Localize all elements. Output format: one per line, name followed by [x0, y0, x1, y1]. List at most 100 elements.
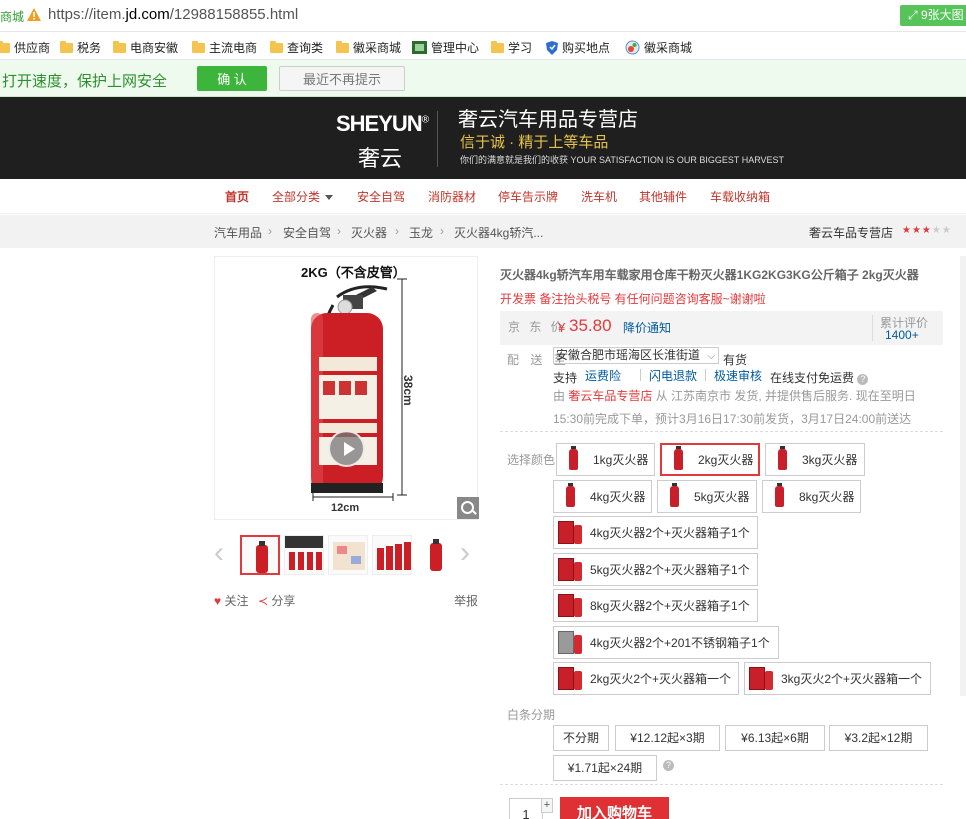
option-5kg[interactable]: 5kg灭火器 — [657, 480, 757, 513]
option-8kg[interactable]: 8kg灭火器 — [762, 480, 861, 513]
main-product-image[interactable]: 2KG（不含皮管） 38cm 12cm — [214, 256, 479, 520]
stock-status: 有货 — [723, 353, 748, 367]
option-4kg[interactable]: 4kg灭火器 — [553, 480, 652, 513]
thumbnail-1[interactable] — [240, 535, 280, 575]
quantity-input[interactable]: 1 — [509, 798, 543, 819]
service-fast-review[interactable]: 极速审核 — [714, 367, 762, 384]
confirm-button[interactable]: 确 认 — [197, 66, 267, 91]
thumbnail-4[interactable] — [372, 535, 412, 575]
box-thumb — [556, 518, 586, 547]
bookmark-item[interactable]: 查询类 — [270, 39, 323, 56]
bookmark-item[interactable]: 学习 — [491, 39, 532, 56]
breadcrumb-item[interactable]: 安全自驾 — [283, 224, 331, 241]
bookmark-item[interactable]: 徽采商城 — [336, 39, 401, 56]
width-label: 12cm — [331, 502, 360, 514]
report-link[interactable]: 举报 — [454, 592, 478, 609]
installment-none[interactable]: 不分期 — [553, 725, 609, 751]
option-8kg-box[interactable]: 8kg灭火器2个+灭火器箱子1个 — [553, 589, 758, 622]
folder-icon — [113, 40, 126, 53]
nav-safety[interactable]: 安全自驾 — [357, 188, 405, 205]
from-shop-link[interactable]: 奢云车品专营店 — [568, 389, 652, 403]
box-thumb — [556, 591, 586, 620]
breadcrumb-separator: › — [337, 224, 341, 238]
choose-color-label: 选择颜色 — [507, 453, 556, 467]
service-fast-refund[interactable]: 闪电退款 — [649, 367, 697, 384]
bookmark-item[interactable]: 主流电商 — [192, 39, 257, 56]
bookmark-item[interactable]: 购买地点 — [546, 39, 610, 56]
quantity-plus-button[interactable]: + — [541, 798, 553, 813]
option-4kg-box[interactable]: 4kg灭火器2个+灭火器箱子1个 — [553, 516, 758, 549]
option-2kg-pair-box[interactable]: 2kg灭火2个+灭火器箱一个 — [553, 662, 739, 695]
chevron-right-icon[interactable]: › — [460, 538, 470, 568]
shop-link[interactable]: 奢云车品专营店 — [809, 224, 893, 241]
globe-icon — [625, 40, 640, 55]
thumbnail-3[interactable] — [328, 535, 368, 575]
option-4kg-steel-box[interactable]: 4kg灭火器2个+201不锈钢箱子1个 — [553, 626, 779, 659]
extinguisher-thumb — [660, 482, 690, 511]
option-1kg[interactable]: 1kg灭火器 — [556, 443, 655, 476]
nav-fire[interactable]: 消防器材 — [428, 188, 476, 205]
banner-slogan: 信于诚 · 精于上等车品 — [460, 134, 609, 151]
option-2kg[interactable]: 2kg灭火器 — [660, 443, 760, 476]
chevron-left-icon[interactable]: ‹ — [214, 538, 224, 568]
follow-button[interactable]: ♥ 关注 — [214, 592, 248, 609]
option-3kg-pair-box[interactable]: 3kg灭火2个+灭火器箱一个 — [744, 662, 931, 695]
nav-home[interactable]: 首页 — [225, 188, 249, 205]
product-promo: 开发票 备注抬头税号 有任何问题咨询客服~谢谢啦 — [500, 292, 766, 306]
share-button[interactable]: ≺ 分享 — [258, 592, 295, 609]
chevron-down-icon: ⌵ — [707, 351, 715, 362]
box-thumb — [747, 664, 777, 693]
installment-3[interactable]: ¥12.12起×3期 — [615, 725, 720, 751]
breadcrumb-item[interactable]: 汽车用品 — [214, 224, 262, 241]
play-video-icon[interactable] — [328, 430, 365, 467]
breadcrumb-item[interactable]: 玉龙 — [409, 224, 433, 241]
divider — [500, 431, 943, 432]
warning-icon[interactable] — [26, 7, 42, 23]
url-text[interactable]: https://item.jd.com/12988158855.html — [48, 6, 298, 23]
nav-all-categories[interactable]: 全部分类 — [272, 188, 334, 205]
option-5kg-box[interactable]: 5kg灭火器2个+灭火器箱子1个 — [553, 553, 758, 586]
address-bar[interactable]: 商城 https://item.jd.com/12988158855.html … — [0, 0, 966, 32]
service-freight-insurance[interactable]: 运费险 — [585, 367, 621, 384]
price-notify-link[interactable]: 降价通知 — [623, 319, 671, 336]
folder-icon — [192, 40, 205, 53]
product-title: 灭火器4kg轿汽车用车载家用仓库干粉灭火器1KG2KG3KG公斤箱子 2kg灭火… — [500, 268, 919, 282]
extinguisher-thumb — [768, 445, 798, 474]
bookmark-item[interactable]: 管理中心 — [412, 39, 479, 56]
nav-car-wash[interactable]: 洗车机 — [581, 188, 617, 205]
thumbnail-5[interactable] — [416, 535, 456, 575]
zoom-icon[interactable] — [457, 497, 479, 519]
thumbnail-2[interactable] — [284, 535, 324, 575]
installment-6[interactable]: ¥6.13起×6期 — [725, 725, 825, 751]
image-count-pill[interactable]: ⤢ 9张大图 — [900, 5, 966, 26]
breadcrumb-item[interactable]: 灭火器 — [351, 224, 387, 241]
help-icon[interactable]: ? — [663, 760, 674, 771]
page-scrollbar[interactable] — [960, 256, 966, 696]
baitiao-label: 白条分期 — [507, 708, 556, 722]
shop-banner[interactable]: SHEYUN® 奢云 奢云汽车用品专营店 信于诚 · 精于上等车品 你们的满意就… — [0, 97, 966, 179]
option-3kg[interactable]: 3kg灭火器 — [765, 443, 865, 476]
shield-icon — [546, 40, 558, 55]
nav-accessories[interactable]: 其他辅件 — [639, 188, 687, 205]
thumbnail-strip: ‹ › — [214, 534, 480, 578]
dont-remind-button[interactable]: 最近不再提示 — [279, 66, 405, 91]
add-to-cart-button[interactable]: 加入购物车 — [560, 797, 669, 819]
reviews-count[interactable]: 1400+ — [885, 328, 919, 342]
breadcrumb-current: 灭火器4kg轿汽... — [454, 226, 544, 240]
ship-from-info: 由 奢云车品专营店 从 江苏南京市 发货, 并提供售后服务. 现在至明日 — [553, 389, 916, 403]
bookmark-item[interactable]: 徽采商城 — [625, 39, 692, 56]
address-select[interactable]: 安徽合肥市瑶海区长淮街道 ⌵ — [553, 347, 719, 364]
chevron-down-icon — [325, 195, 334, 201]
installment-24[interactable]: ¥1.71起×24期 — [553, 755, 657, 781]
bookmark-item[interactable]: 电商安徽 — [113, 39, 178, 56]
bookmark-item[interactable]: 税务 — [60, 39, 101, 56]
installment-12[interactable]: ¥3.2起×12期 — [829, 725, 928, 751]
fire-extinguisher-image — [311, 285, 388, 493]
extinguisher-thumb — [559, 445, 589, 474]
nav-storage[interactable]: 车载收纳箱 — [710, 188, 770, 205]
nav-parking-sign[interactable]: 停车告示牌 — [498, 188, 558, 205]
bookmark-item[interactable]: 供应商 — [0, 39, 50, 56]
admin-icon — [412, 41, 427, 54]
help-icon[interactable]: ? — [857, 374, 869, 385]
service-separator — [705, 369, 706, 381]
